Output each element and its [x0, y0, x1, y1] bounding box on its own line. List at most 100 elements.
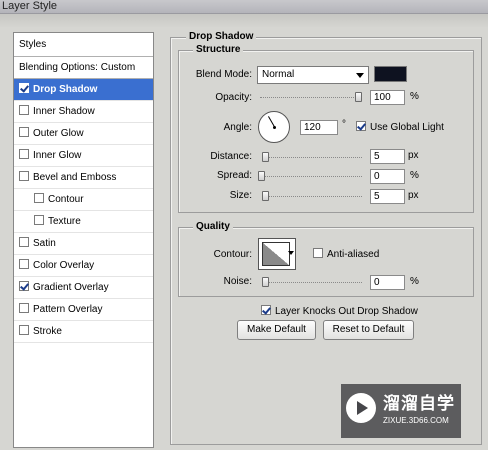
size-label: Size:: [229, 190, 252, 201]
styles-list-item[interactable]: Inner Glow: [14, 145, 153, 167]
style-checkbox[interactable]: [19, 83, 29, 93]
watermark-title: 溜溜自学: [383, 394, 455, 413]
angle-unit: °: [342, 119, 346, 130]
noise-input[interactable]: 0: [370, 275, 405, 290]
styles-list-item[interactable]: Inner Shadow: [14, 101, 153, 123]
style-label: Outer Glow: [33, 128, 84, 139]
style-checkbox[interactable]: [19, 259, 29, 269]
styles-list-item[interactable]: Drop Shadow: [14, 79, 153, 101]
style-checkbox[interactable]: [34, 215, 44, 225]
layer-knocks-out-checkbox[interactable]: Layer Knocks Out Drop Shadow: [261, 305, 418, 318]
window-top-area: [0, 14, 488, 28]
size-slider-track[interactable]: [262, 196, 362, 197]
watermark-subtitle: ZIXUE.3D66.COM: [383, 416, 449, 425]
style-checkbox[interactable]: [19, 237, 29, 247]
angle-input[interactable]: 120: [300, 120, 338, 135]
play-icon: [357, 401, 368, 415]
drop-shadow-title: Drop Shadow: [186, 31, 257, 43]
styles-list-item[interactable]: Blending Options: Custom: [14, 57, 153, 79]
style-label: Drop Shadow: [33, 84, 98, 95]
blend-mode-value: Normal: [262, 69, 295, 80]
styles-list-item[interactable]: Stroke: [14, 321, 153, 343]
contour-preview: [262, 242, 290, 266]
styles-list-item[interactable]: Pattern Overlay: [14, 299, 153, 321]
style-label: Inner Glow: [33, 150, 82, 161]
style-label: Contour: [48, 194, 84, 205]
style-label: Gradient Overlay: [33, 282, 109, 293]
style-checkbox[interactable]: [19, 105, 29, 115]
style-checkbox[interactable]: [19, 281, 29, 291]
styles-list-item[interactable]: Gradient Overlay: [14, 277, 153, 299]
watermark-badge: 溜溜自学 ZIXUE.3D66.COM: [341, 384, 461, 438]
style-checkbox[interactable]: [19, 171, 29, 181]
distance-slider-track[interactable]: [262, 157, 362, 158]
angle-label: Angle:: [223, 122, 252, 133]
distance-input[interactable]: 5: [370, 149, 405, 164]
make-default-button[interactable]: Make Default: [237, 320, 316, 340]
style-label: Color Overlay: [33, 260, 95, 271]
noise-slider-track[interactable]: [262, 282, 362, 283]
spread-unit: %: [410, 170, 419, 181]
styles-list-item[interactable]: Color Overlay: [14, 255, 153, 277]
style-label: Pattern Overlay: [33, 304, 103, 315]
style-label: Stroke: [33, 326, 62, 337]
styles-list-panel: Styles Blending Options: Custom Drop Shad…: [13, 32, 154, 448]
opacity-label: Opacity:: [215, 92, 252, 103]
styles-list-items: Blending Options: Custom Drop Shadow Inner…: [14, 57, 153, 343]
chevron-down-icon: [356, 73, 364, 78]
window-title: Layer Style: [2, 0, 58, 12]
anti-aliased-box[interactable]: [313, 248, 323, 258]
style-checkbox[interactable]: [19, 325, 29, 335]
structure-title: Structure: [193, 44, 244, 56]
angle-dial[interactable]: [258, 111, 290, 143]
layer-knocks-out-label: Layer Knocks Out Drop Shadow: [275, 306, 418, 317]
title-bar: Layer Style: [0, 0, 488, 14]
style-label: Blending Options: Custom: [19, 62, 136, 73]
size-unit: px: [408, 190, 419, 201]
spread-slider-thumb[interactable]: [258, 171, 265, 181]
size-slider-thumb[interactable]: [262, 191, 269, 201]
spread-input[interactable]: 0: [370, 169, 405, 184]
opacity-unit: %: [410, 91, 419, 102]
use-global-light-box[interactable]: [356, 121, 366, 131]
opacity-slider-track[interactable]: [260, 97, 362, 98]
style-checkbox[interactable]: [19, 149, 29, 159]
styles-list-item[interactable]: Contour: [14, 189, 153, 211]
layer-knocks-out-box[interactable]: [261, 305, 271, 315]
style-label: Inner Shadow: [33, 106, 95, 117]
styles-list-item[interactable]: Texture: [14, 211, 153, 233]
reset-to-default-button[interactable]: Reset to Default: [323, 320, 414, 340]
opacity-input[interactable]: 100: [370, 90, 405, 105]
shadow-color-swatch[interactable]: [374, 66, 407, 82]
distance-slider-thumb[interactable]: [262, 152, 269, 162]
blend-mode-select[interactable]: Normal: [257, 66, 369, 84]
use-global-light-label: Use Global Light: [370, 122, 444, 133]
spread-label: Spread:: [216, 170, 252, 181]
size-input[interactable]: 5: [370, 189, 405, 204]
play-logo-icon: [346, 393, 376, 423]
blend-mode-label: Blend Mode:: [195, 69, 252, 80]
styles-list-item[interactable]: Satin: [14, 233, 153, 255]
quality-title: Quality: [193, 221, 233, 233]
use-global-light-checkbox[interactable]: Use Global Light: [356, 121, 444, 134]
styles-list-header[interactable]: Styles: [14, 33, 153, 57]
distance-label: Distance:: [210, 151, 252, 162]
style-label: Satin: [33, 238, 56, 249]
distance-unit: px: [408, 150, 419, 161]
style-checkbox[interactable]: [34, 193, 44, 203]
style-checkbox[interactable]: [19, 303, 29, 313]
contour-label: Contour:: [213, 249, 252, 260]
noise-label: Noise:: [223, 276, 252, 287]
opacity-slider-thumb[interactable]: [355, 92, 362, 102]
anti-aliased-checkbox[interactable]: Anti-aliased: [313, 248, 379, 261]
styles-list-item[interactable]: Outer Glow: [14, 123, 153, 145]
noise-unit: %: [410, 276, 419, 287]
angle-center-dot: [273, 126, 276, 129]
styles-list-item[interactable]: Bevel and Emboss: [14, 167, 153, 189]
style-label: Texture: [48, 216, 81, 227]
noise-slider-thumb[interactable]: [262, 277, 269, 287]
anti-aliased-label: Anti-aliased: [327, 249, 380, 260]
contour-picker[interactable]: [258, 238, 296, 270]
style-checkbox[interactable]: [19, 127, 29, 137]
spread-slider-track[interactable]: [258, 176, 362, 177]
